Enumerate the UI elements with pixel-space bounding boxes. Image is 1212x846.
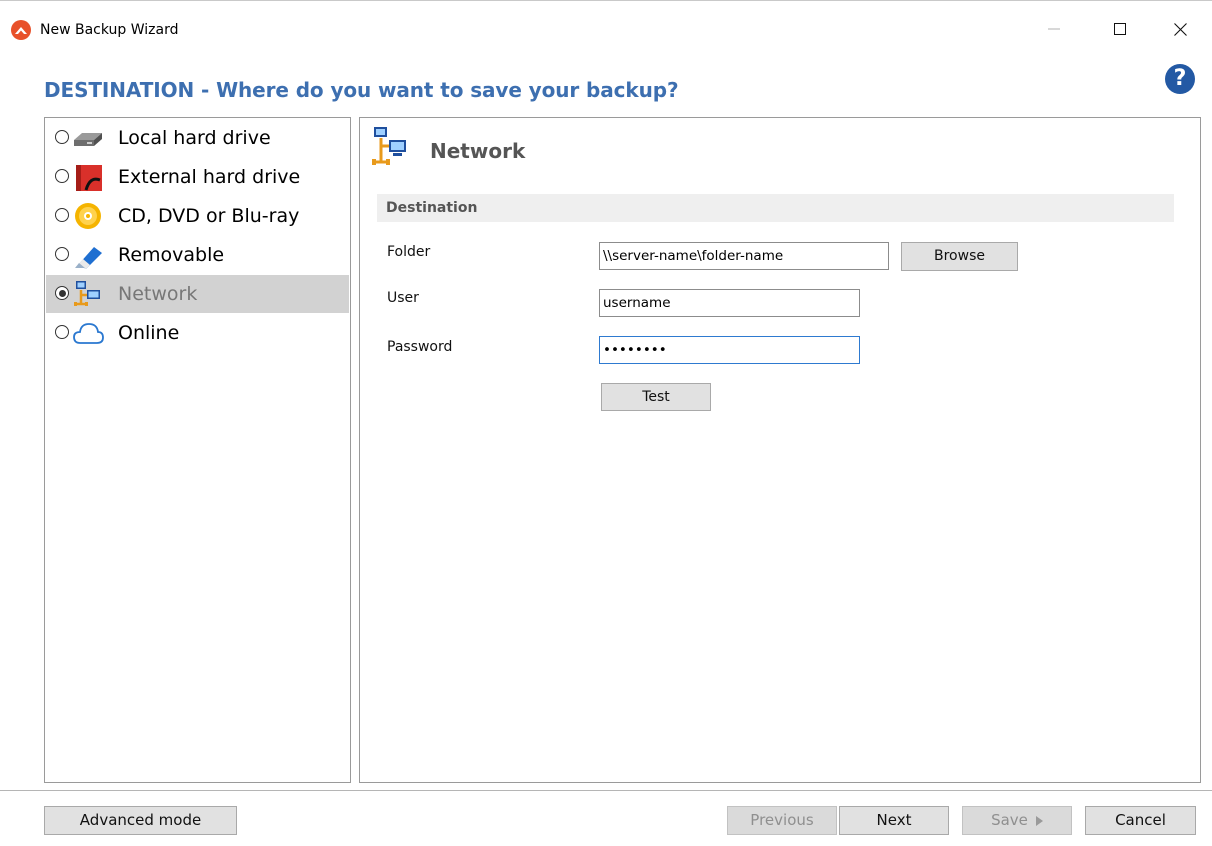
usb-drive-icon bbox=[72, 241, 104, 269]
help-icon[interactable]: ? bbox=[1165, 64, 1195, 94]
cloud-icon bbox=[72, 319, 104, 347]
destination-item-external-hard-drive[interactable]: External hard drive bbox=[46, 158, 349, 196]
destination-label: Network bbox=[118, 283, 198, 305]
destination-item-removable[interactable]: Removable bbox=[46, 236, 349, 274]
destination-item-cd-dvd-bluray[interactable]: CD, DVD or Blu-ray bbox=[46, 197, 349, 235]
password-label: Password bbox=[387, 339, 453, 355]
destination-label: Local hard drive bbox=[118, 127, 271, 149]
section-header: Destination bbox=[377, 194, 1174, 222]
page-title: DESTINATION - Where do you want to save … bbox=[44, 78, 679, 102]
browse-button-label: Browse bbox=[934, 248, 985, 264]
radio-button[interactable] bbox=[55, 208, 69, 222]
radio-button[interactable] bbox=[55, 247, 69, 261]
cancel-button[interactable]: Cancel bbox=[1085, 806, 1196, 835]
destination-label: Online bbox=[118, 322, 180, 344]
play-arrow-icon bbox=[1035, 815, 1043, 826]
browse-button[interactable]: Browse bbox=[901, 242, 1018, 271]
destination-label: CD, DVD or Blu-ray bbox=[118, 205, 300, 227]
destination-item-online[interactable]: Online bbox=[46, 314, 349, 352]
maximize-button[interactable] bbox=[1097, 9, 1143, 49]
advanced-mode-label: Advanced mode bbox=[79, 811, 202, 829]
network-icon bbox=[371, 126, 407, 168]
external-drive-icon bbox=[72, 163, 104, 191]
app-logo-icon bbox=[11, 20, 31, 40]
radio-button[interactable] bbox=[55, 325, 69, 339]
folder-input[interactable] bbox=[599, 242, 889, 270]
next-button[interactable]: Next bbox=[839, 806, 949, 835]
advanced-mode-button[interactable]: Advanced mode bbox=[44, 806, 237, 835]
password-input[interactable] bbox=[599, 336, 860, 364]
previous-label: Previous bbox=[750, 811, 814, 829]
disc-icon bbox=[72, 202, 104, 230]
footer-divider bbox=[0, 790, 1212, 791]
minimize-button[interactable] bbox=[1031, 9, 1077, 49]
destination-item-network[interactable]: Network bbox=[46, 275, 349, 313]
cancel-label: Cancel bbox=[1115, 811, 1166, 829]
save-button-content: Save bbox=[991, 807, 1043, 834]
destination-list: Local hard drive External hard drive CD,… bbox=[44, 117, 351, 783]
save-label: Save bbox=[991, 811, 1028, 829]
destination-item-local-hard-drive[interactable]: Local hard drive bbox=[46, 119, 349, 157]
detail-header: Network bbox=[430, 139, 526, 163]
hard-drive-icon bbox=[72, 124, 104, 152]
user-label: User bbox=[387, 290, 419, 306]
previous-button[interactable]: Previous bbox=[727, 806, 837, 835]
radio-button[interactable] bbox=[55, 169, 69, 183]
save-button[interactable]: Save bbox=[962, 806, 1072, 835]
close-button[interactable] bbox=[1157, 9, 1203, 49]
maximize-icon bbox=[1114, 23, 1126, 35]
window-title: New Backup Wizard bbox=[40, 22, 179, 38]
minimize-icon bbox=[1048, 28, 1060, 30]
destination-details-panel: Network Destination Folder Browse User P… bbox=[359, 117, 1201, 783]
test-button[interactable]: Test bbox=[601, 383, 711, 411]
destination-label: Removable bbox=[118, 244, 225, 266]
title-bar: New Backup Wizard bbox=[0, 1, 1212, 57]
user-input[interactable] bbox=[599, 289, 860, 317]
folder-label: Folder bbox=[387, 244, 431, 260]
network-icon bbox=[72, 280, 104, 308]
section-label: Destination bbox=[386, 200, 478, 216]
radio-button[interactable] bbox=[55, 130, 69, 144]
next-label: Next bbox=[876, 811, 912, 829]
destination-label: External hard drive bbox=[118, 166, 301, 188]
test-button-label: Test bbox=[642, 389, 670, 405]
close-icon bbox=[1173, 22, 1187, 36]
radio-button-selected[interactable] bbox=[55, 286, 69, 300]
